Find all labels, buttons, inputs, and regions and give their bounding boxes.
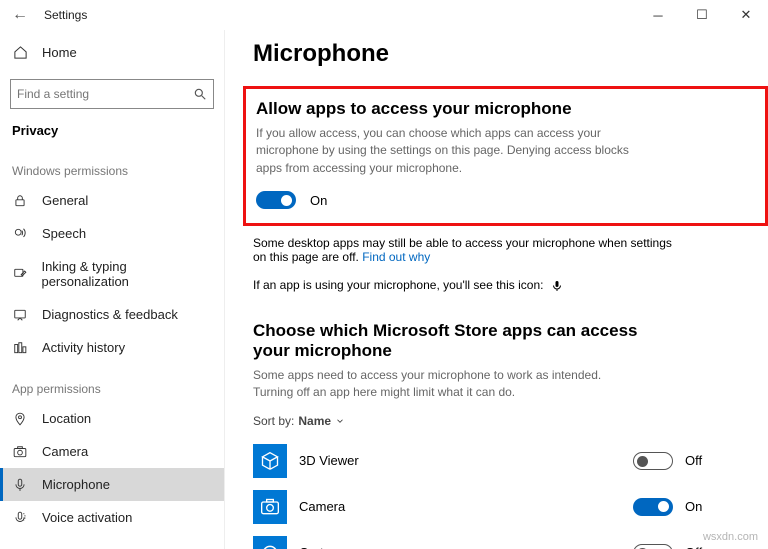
home-nav[interactable]: Home — [0, 36, 224, 69]
allow-description: If you allow access, you can choose whic… — [256, 125, 635, 177]
home-icon — [12, 45, 28, 60]
app-name: Camera — [299, 499, 621, 514]
app-row-camera: Camera On — [253, 484, 713, 530]
choose-description: Some apps need to access your microphone… — [253, 367, 633, 402]
nav-label: Diagnostics & feedback — [42, 307, 178, 322]
highlight-box: Allow apps to access your microphone If … — [243, 86, 768, 226]
microphone-icon — [12, 478, 28, 492]
nav-location[interactable]: Location — [0, 402, 224, 435]
app-icon — [253, 536, 287, 549]
app-row-3d-viewer: 3D Viewer Off — [253, 438, 713, 484]
nav-label: Location — [42, 411, 91, 426]
search-box[interactable] — [10, 79, 214, 109]
sort-value: Name — [298, 414, 331, 428]
nav-voice-activation[interactable]: Voice activation — [0, 501, 224, 534]
speech-icon — [12, 227, 28, 241]
watermark: wsxdn.com — [703, 531, 758, 543]
app-toggle[interactable] — [633, 452, 673, 470]
app-toggle-label: Off — [685, 545, 713, 549]
app-toggle[interactable] — [633, 498, 673, 516]
find-out-why-link[interactable]: Find out why — [362, 250, 430, 264]
app-toggle-label: Off — [685, 453, 713, 468]
usage-icon-line: If an app is using your microphone, you'… — [253, 278, 768, 293]
chevron-down-icon — [335, 416, 345, 426]
nav-microphone[interactable]: Microphone — [0, 468, 224, 501]
desktop-apps-note: Some desktop apps may still be able to a… — [253, 236, 683, 264]
choose-heading: Choose which Microsoft Store apps can ac… — [253, 321, 653, 361]
page-title: Microphone — [253, 40, 768, 68]
lock-icon — [12, 194, 28, 208]
app-icon — [253, 444, 287, 478]
category-label: Privacy — [0, 123, 224, 146]
sort-by-dropdown[interactable]: Sort by: Name — [253, 414, 768, 428]
group-app-permissions: App permissions — [0, 364, 224, 402]
feedback-icon — [12, 308, 28, 322]
window-title: Settings — [44, 8, 87, 22]
activity-icon — [12, 341, 28, 355]
search-icon — [193, 87, 207, 101]
nav-speech[interactable]: Speech — [0, 217, 224, 250]
nav-inking[interactable]: Inking & typing personalization — [0, 250, 224, 298]
search-input[interactable] — [17, 87, 193, 101]
nav-label: Speech — [42, 226, 86, 241]
location-icon — [12, 412, 28, 426]
nav-label: Camera — [42, 444, 88, 459]
voice-icon — [12, 511, 28, 525]
home-label: Home — [42, 45, 77, 60]
content-pane: Microphone Allow apps to access your mic… — [225, 30, 768, 549]
nav-camera[interactable]: Camera — [0, 435, 224, 468]
allow-access-toggle[interactable] — [256, 191, 296, 209]
nav-label: Voice activation — [42, 510, 132, 525]
nav-general[interactable]: General — [0, 184, 224, 217]
app-name: 3D Viewer — [299, 453, 621, 468]
group-windows-permissions: Windows permissions — [0, 146, 224, 184]
app-icon — [253, 490, 287, 524]
sidebar: Home Privacy Windows permissions General — [0, 30, 225, 549]
nav-label: General — [42, 193, 88, 208]
app-toggle[interactable] — [633, 544, 673, 549]
nav-label: Microphone — [42, 477, 110, 492]
nav-label: Inking & typing personalization — [41, 259, 212, 289]
app-name: Cortana — [299, 545, 621, 549]
app-row-cortana: Cortana Off — [253, 530, 713, 549]
app-list: 3D Viewer Off Camera On Cortana — [253, 438, 768, 549]
nav-diagnostics[interactable]: Diagnostics & feedback — [0, 298, 224, 331]
back-button[interactable]: ← — [12, 6, 36, 24]
close-button[interactable]: ✕ — [724, 0, 768, 30]
allow-heading: Allow apps to access your microphone — [256, 99, 635, 119]
app-toggle-label: On — [685, 499, 713, 514]
titlebar: ← Settings ─ ☐ ✕ — [0, 0, 768, 30]
camera-icon — [12, 445, 28, 459]
inking-icon — [12, 267, 27, 281]
minimize-button[interactable]: ─ — [636, 0, 680, 30]
usage-icon-text: If an app is using your microphone, you'… — [253, 278, 543, 292]
desktop-note-text: Some desktop apps may still be able to a… — [253, 236, 672, 264]
allow-toggle-label: On — [310, 193, 327, 208]
sort-label: Sort by: — [253, 414, 294, 428]
nav-label: Activity history — [42, 340, 125, 355]
nav-activity[interactable]: Activity history — [0, 331, 224, 364]
maximize-button[interactable]: ☐ — [680, 0, 724, 30]
microphone-indicator-icon — [551, 279, 563, 293]
